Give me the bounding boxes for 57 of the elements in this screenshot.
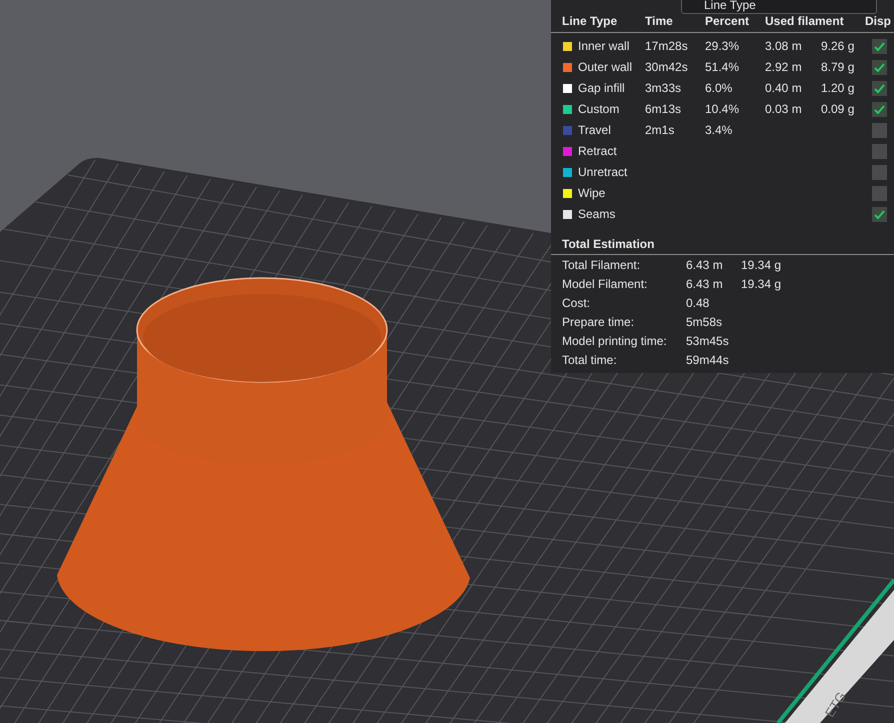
- estimate-label: Total Filament:: [562, 258, 640, 272]
- estimate-value: 0.48: [686, 296, 710, 310]
- column-header: Line Type: [551, 12, 645, 33]
- line-type-name: Wipe: [578, 185, 606, 202]
- display-checkbox[interactable]: [872, 123, 887, 138]
- weight-cell: 8.79 g: [821, 60, 854, 74]
- line-type-name: Gap infill: [578, 80, 625, 97]
- time-cell: 6m13s: [645, 102, 682, 116]
- time-cell: 30m42s: [645, 60, 688, 74]
- column-header: Percent: [705, 12, 765, 33]
- estimate-label: Cost:: [562, 296, 590, 310]
- estimate-label: Total time:: [562, 353, 617, 367]
- column-header: Time: [645, 12, 705, 33]
- line-type-name: Seams: [578, 206, 616, 223]
- line-type-name: Travel: [578, 122, 611, 139]
- time-cell: 2m1s: [645, 123, 674, 137]
- display-checkbox[interactable]: [872, 39, 887, 54]
- estimate-value: 6.43 m: [686, 258, 723, 272]
- column-header: Disp: [865, 12, 894, 33]
- weight-cell: 9.26 g: [821, 39, 854, 53]
- percent-cell: 10.4%: [705, 102, 740, 116]
- percent-cell: 51.4%: [705, 60, 740, 74]
- section-title: Total Estimation: [551, 234, 894, 255]
- line-type-name: Inner wall: [578, 38, 630, 55]
- estimate-label: Model printing time:: [562, 334, 667, 348]
- column-header: Used filament: [765, 12, 865, 33]
- weight-cell: 0.09 g: [821, 102, 854, 116]
- estimate-value: 59m44s: [686, 353, 729, 367]
- estimate-value: 5m58s: [686, 315, 722, 329]
- estimate-label: Prepare time:: [562, 315, 634, 329]
- line-type-name: Retract: [578, 143, 617, 160]
- percent-cell: 6.0%: [705, 81, 732, 95]
- display-checkbox[interactable]: [872, 165, 887, 180]
- percent-cell: 29.3%: [705, 39, 740, 53]
- weight-cell: 1.20 g: [821, 81, 854, 95]
- time-cell: 3m33s: [645, 81, 682, 95]
- display-checkbox[interactable]: [872, 207, 887, 222]
- estimate-value: 53m45s: [686, 334, 729, 348]
- time-cell: 17m28s: [645, 39, 688, 53]
- estimate-label: Model Filament:: [562, 277, 648, 291]
- line-type-name: Custom: [578, 101, 620, 118]
- line-type-name: Unretract: [578, 164, 628, 181]
- length-cell: 3.08 m: [765, 39, 802, 53]
- line-type-name: Outer wall: [578, 59, 632, 76]
- percent-cell: 3.4%: [705, 123, 732, 137]
- view-type-dropdown[interactable]: Line Type: [681, 0, 877, 14]
- length-cell: 0.40 m: [765, 81, 802, 95]
- length-cell: 2.92 m: [765, 60, 802, 74]
- estimate-value: 19.34 g: [741, 277, 782, 291]
- display-checkbox[interactable]: [872, 144, 887, 159]
- display-checkbox[interactable]: [872, 81, 887, 96]
- display-checkbox[interactable]: [872, 60, 887, 75]
- display-checkbox[interactable]: [872, 186, 887, 201]
- display-checkbox[interactable]: [872, 102, 887, 117]
- estimate-value: 6.43 m: [686, 277, 723, 291]
- estimate-value: 19.34 g: [741, 258, 782, 272]
- length-cell: 0.03 m: [765, 102, 802, 116]
